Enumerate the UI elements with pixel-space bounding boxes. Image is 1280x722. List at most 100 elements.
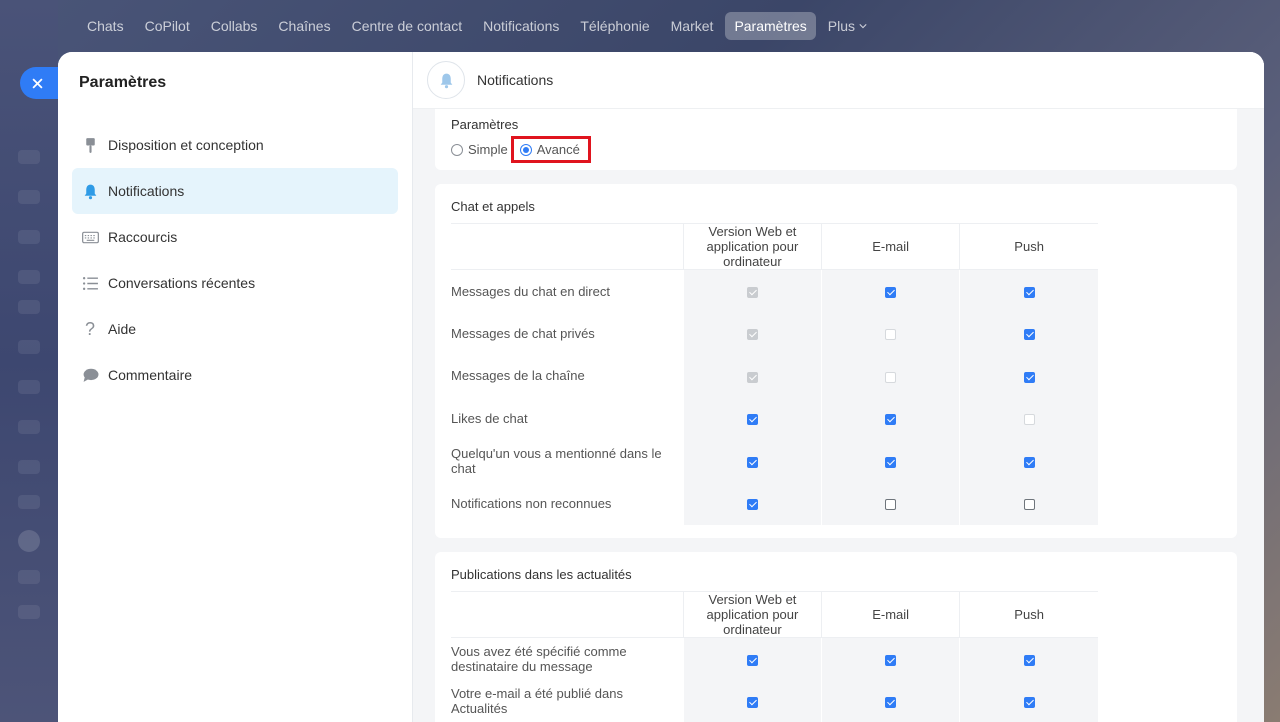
cell-web [682, 354, 822, 398]
row-label: Likes de chat [451, 411, 528, 427]
section-title: Chat et appels [451, 199, 535, 214]
table-row: Messages de chat privés [451, 312, 1098, 355]
sidebar-item-layout[interactable]: Disposition et conception [72, 122, 398, 168]
radio-simple-control[interactable] [451, 143, 463, 156]
table-row: Quelqu'un vous a mentionné dans le chat [451, 439, 1098, 483]
nav-item-more[interactable]: Plus [819, 12, 876, 40]
row-label: Messages de chat privés [451, 325, 595, 341]
table-header-empty [451, 591, 684, 638]
chevron-down-icon [859, 24, 867, 29]
checkbox-push [1023, 414, 1035, 426]
checkbox-push[interactable] [1023, 654, 1035, 666]
cell-web [682, 439, 822, 483]
sidebar-item-notifications[interactable]: Notifications [72, 168, 398, 214]
column-header-push: Push [959, 223, 1098, 270]
paintbrush-icon [80, 135, 100, 155]
checkbox-web [746, 328, 758, 340]
checkbox-push[interactable] [1023, 499, 1035, 511]
radio-simple[interactable]: Simple [451, 142, 508, 157]
checkbox-web[interactable] [746, 456, 758, 468]
checkbox-push[interactable] [1023, 328, 1035, 340]
mode-options: Simple Avancé [451, 136, 1221, 163]
sidebar-item-feedback[interactable]: Commentaire [72, 352, 398, 398]
nav-item-telephony[interactable]: Téléphonie [571, 12, 658, 40]
settings-panel: Paramètres Disposition et conception Not… [58, 52, 1264, 722]
column-header-push: Push [959, 591, 1098, 638]
settings-sidebar: Paramètres Disposition et conception Not… [58, 52, 413, 722]
bell-icon [427, 61, 465, 99]
cell-web [682, 637, 822, 681]
column-header-web: Version Web et application pour ordinate… [682, 591, 822, 638]
checkbox-email[interactable] [885, 499, 897, 511]
radio-advanced-label: Avancé [536, 142, 580, 157]
top-navigation: Chats CoPilot Collabs Chaînes Centre de … [0, 0, 1280, 52]
sidebar-item-label: Aide [108, 321, 137, 337]
nav-item-chats[interactable]: Chats [78, 12, 133, 40]
sidebar-item-help[interactable]: ? Aide [72, 306, 398, 352]
cell-web [682, 680, 822, 722]
cell-push [959, 637, 1098, 681]
row-label: Quelqu'un vous a mentionné dans le chat [451, 446, 662, 477]
nav-item-settings[interactable]: Paramètres [725, 12, 816, 40]
sidebar-item-recent[interactable]: Conversations récentes [72, 260, 398, 306]
cell-email [821, 269, 960, 313]
mode-label: Paramètres [451, 117, 519, 132]
checkbox-web[interactable] [746, 499, 758, 511]
checkbox-email[interactable] [885, 654, 897, 666]
nav-item-collabs[interactable]: Collabs [202, 12, 267, 40]
cell-email [821, 397, 960, 440]
checkbox-email[interactable] [885, 286, 897, 298]
nav-item-contact-center[interactable]: Centre de contact [343, 12, 472, 40]
table-row: Messages du chat en direct [451, 269, 1098, 313]
keyboard-icon [80, 227, 100, 247]
table-row: Votre e-mail a été publié dans Actualité… [451, 680, 1098, 722]
column-header-web: Version Web et application pour ordinate… [682, 223, 822, 270]
checkbox-email[interactable] [885, 414, 897, 426]
row-label: Votre e-mail a été publié dans Actualité… [451, 686, 623, 717]
checkbox-web[interactable] [746, 414, 758, 426]
sidebar-item-label: Disposition et conception [108, 137, 264, 153]
bell-icon [80, 181, 100, 201]
sidebar-item-shortcuts[interactable]: Raccourcis [72, 214, 398, 260]
sidebar-item-label: Notifications [108, 183, 185, 199]
row-label: Messages de la chaîne [451, 368, 585, 384]
radio-advanced-control[interactable] [519, 143, 532, 156]
settings-table: Version Web et application pour ordinate… [451, 223, 1098, 526]
checkbox-email [885, 371, 897, 383]
nav-item-chaines[interactable]: Chaînes [269, 12, 339, 40]
page-title: Notifications [477, 72, 554, 88]
cell-push [959, 439, 1098, 483]
checkbox-web[interactable] [746, 654, 758, 666]
checkbox-web[interactable] [746, 696, 758, 708]
nav-item-notifications[interactable]: Notifications [474, 12, 568, 40]
sidebar-item-label: Commentaire [108, 367, 193, 383]
table-header-empty [451, 223, 684, 270]
checkbox-push[interactable] [1023, 456, 1035, 468]
sidebar-item-label: Raccourcis [108, 229, 178, 245]
row-label: Vous avez été spécifié comme destinatair… [451, 644, 627, 675]
radio-advanced[interactable]: Avancé [510, 136, 591, 163]
cell-email [821, 312, 960, 355]
checkbox-push[interactable] [1023, 286, 1035, 298]
nav-item-market[interactable]: Market [662, 12, 723, 40]
row-label: Notifications non reconnues [451, 496, 612, 512]
list-icon [80, 273, 100, 293]
content-header: Notifications [413, 52, 1264, 109]
checkbox-push[interactable] [1023, 371, 1035, 383]
cell-web [682, 482, 822, 526]
checkbox-email[interactable] [885, 696, 897, 708]
cell-email [821, 637, 960, 681]
checkbox-push[interactable] [1023, 696, 1035, 708]
cell-web [682, 269, 822, 313]
table-row: Messages de la chaîne [451, 354, 1098, 398]
checkbox-web [746, 371, 758, 383]
nav-item-copilot[interactable]: CoPilot [136, 12, 199, 40]
section-news-feed: Publications dans les actualités Version… [435, 552, 1237, 722]
sidebar-item-label: Conversations récentes [108, 275, 256, 291]
cell-push [959, 269, 1098, 313]
checkbox-email[interactable] [885, 456, 897, 468]
column-header-email: E-mail [821, 223, 960, 270]
cell-email [821, 439, 960, 483]
comment-icon [80, 365, 100, 385]
cell-email [821, 482, 960, 526]
